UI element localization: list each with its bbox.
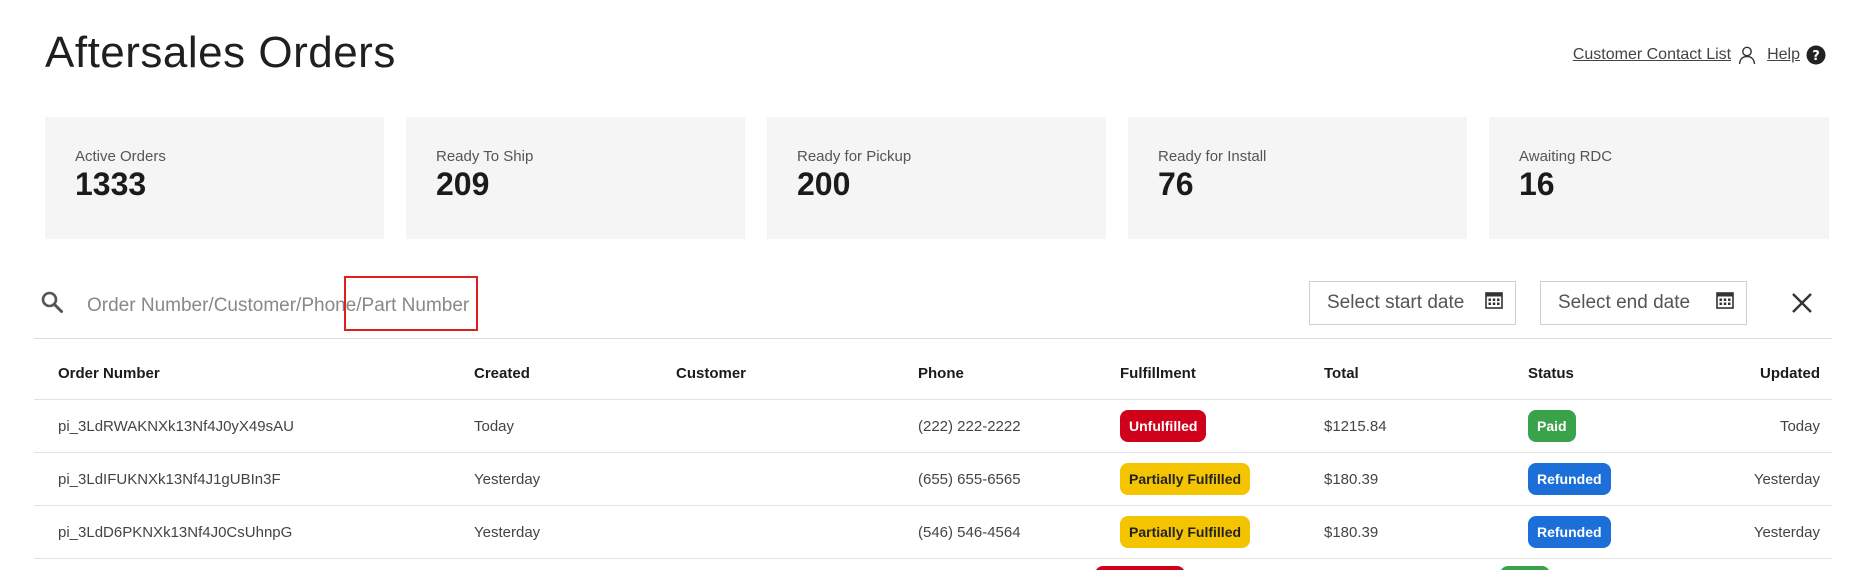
search-input[interactable] [85,290,529,322]
cell-total: $180.39 [1300,452,1504,506]
header-phone[interactable]: Phone [894,348,1096,400]
cell-fulfillment: Partially Fulfilled [1096,505,1300,559]
help-icon[interactable]: ? [1806,45,1826,65]
header-created[interactable]: Created [450,348,652,400]
cell-order-number: pi_3LdRWAKNXk13Nf4J0yX49sAU [34,399,450,453]
search-icon [40,290,64,319]
cell-phone: (655) 655-6565 [894,452,1096,506]
cell-order-number: pi_3LdIFUKNXk13Nf4J1gUBIn3F [34,452,450,506]
cell-fulfillment: Partially Fulfilled [1096,452,1300,506]
status-badge: Refunded [1528,463,1611,495]
stat-label: Ready for Pickup [797,148,912,165]
customer-contact-list-link-group[interactable]: Customer Contact List [1573,45,1757,65]
cell-updated: Yesterday [1708,452,1832,506]
stat-label: Awaiting RDC [1519,148,1613,165]
help-link[interactable]: Help [1767,46,1800,64]
stat-card-active-orders[interactable]: Active Orders 1333 [45,117,384,239]
cell-status: Paid [1504,399,1708,453]
header-customer[interactable]: Customer [652,348,894,400]
calendar-icon[interactable] [1716,291,1734,315]
cell-fulfillment: Unfulfilled [1096,399,1300,453]
header-updated[interactable]: Updated [1708,348,1832,400]
cell-total: $180.39 [1300,505,1504,559]
svg-text:?: ? [1812,49,1820,64]
header-status[interactable]: Status [1504,348,1708,400]
next-row-status-badge-peek [1500,566,1550,570]
start-date-placeholder: Select start date [1327,292,1465,313]
help-link-group[interactable]: Help ? [1767,45,1826,65]
header-order-number[interactable]: Order Number [34,348,450,400]
table-row[interactable]: pi_3LdD6PKNXk13Nf4J0CsUhnpG Yesterday (5… [34,505,1832,559]
fulfillment-badge: Unfulfilled [1120,410,1207,442]
page-title: Aftersales Orders [45,28,396,77]
next-row-fulfillment-badge-peek [1095,566,1185,570]
page: Aftersales Orders Customer Contact List … [0,0,1852,570]
cell-customer [652,452,894,506]
cell-updated: Yesterday [1708,505,1832,559]
calendar-icon[interactable] [1485,291,1503,315]
cell-status: Refunded [1504,452,1708,506]
status-badge: Refunded [1528,516,1611,548]
stat-value: 16 [1519,166,1555,202]
cell-phone: (546) 546-4564 [894,505,1096,559]
cell-customer [652,399,894,453]
status-badge: Paid [1528,410,1576,442]
close-icon[interactable] [1790,291,1814,320]
end-date-picker[interactable]: Select end date [1540,281,1747,325]
stats-row: Active Orders 1333 Ready To Ship 209 Rea… [45,117,1829,239]
stat-label: Ready for Install [1158,148,1267,165]
stat-card-ready-to-ship[interactable]: Ready To Ship 209 [406,117,745,239]
start-date-picker[interactable]: Select start date [1309,281,1516,325]
cell-customer [652,505,894,559]
filter-divider [34,338,1832,339]
stat-card-ready-for-pickup[interactable]: Ready for Pickup 200 [767,117,1106,239]
fulfillment-badge: Partially Fulfilled [1120,463,1251,495]
table-row[interactable]: pi_3LdIFUKNXk13Nf4J1gUBIn3F Yesterday (6… [34,452,1832,506]
end-date-placeholder: Select end date [1558,292,1691,313]
header-fulfillment[interactable]: Fulfillment [1096,348,1300,400]
cell-status: Refunded [1504,505,1708,559]
stat-value: 200 [797,166,851,202]
cell-created: Yesterday [450,505,652,559]
stat-value: 209 [436,166,490,202]
stat-label: Ready To Ship [436,148,534,165]
customer-contact-list-link[interactable]: Customer Contact List [1573,46,1731,64]
table-row[interactable]: pi_3LdRWAKNXk13Nf4J0yX49sAU Today (222) … [34,399,1832,453]
cell-updated: Today [1708,399,1832,453]
cell-order-number: pi_3LdD6PKNXk13Nf4J0CsUhnpG [34,505,450,559]
top-links: Customer Contact List Help ? [1573,45,1826,65]
stat-value: 1333 [75,166,147,202]
fulfillment-badge: Partially Fulfilled [1120,516,1251,548]
cell-created: Yesterday [450,452,652,506]
orders-table: Order Number Created Customer Phone Fulf… [34,348,1832,559]
cell-created: Today [450,399,652,453]
stat-label: Active Orders [75,148,166,165]
stat-value: 76 [1158,166,1194,202]
table-header-row: Order Number Created Customer Phone Fulf… [34,348,1832,400]
user-icon[interactable] [1737,45,1757,65]
stat-card-ready-for-install[interactable]: Ready for Install 76 [1128,117,1467,239]
stat-card-awaiting-rdc[interactable]: Awaiting RDC 16 [1489,117,1829,239]
cell-total: $1215.84 [1300,399,1504,453]
cell-phone: (222) 222-2222 [894,399,1096,453]
header-total[interactable]: Total [1300,348,1504,400]
filter-bar: Select start date Select end date [34,276,1832,338]
